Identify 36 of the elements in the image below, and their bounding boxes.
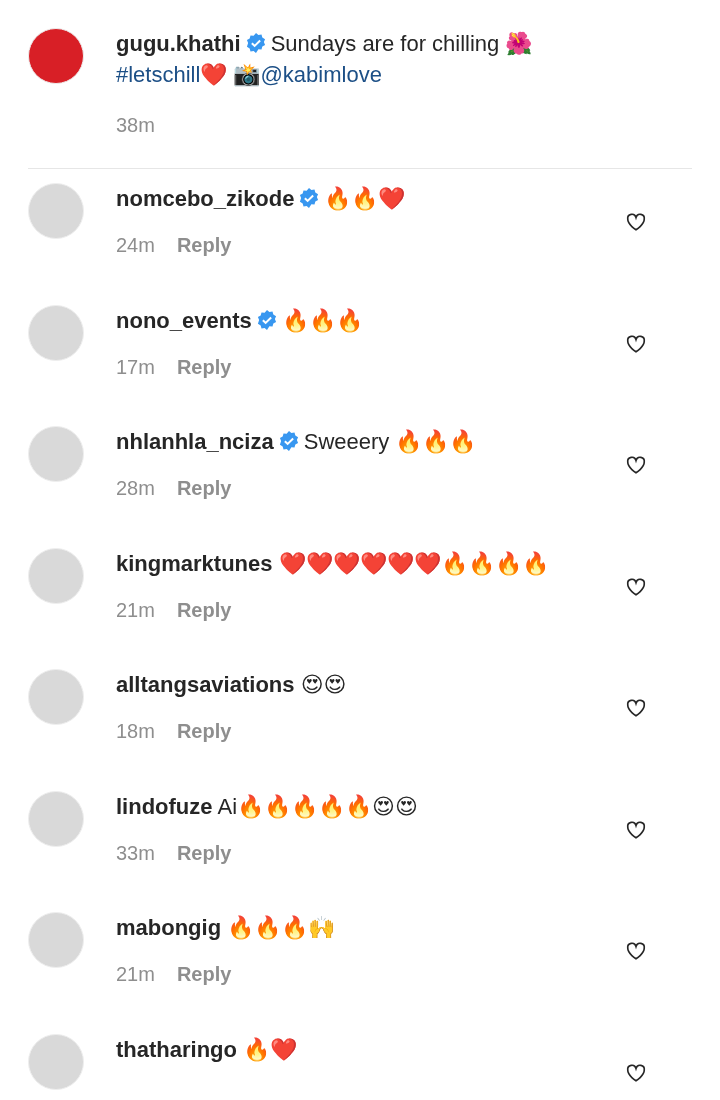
comment-username[interactable]: mabongig [116, 915, 222, 940]
heart-icon[interactable] [624, 332, 648, 355]
post-time: 38m [116, 114, 156, 137]
caption-text: gugu.khathi Sundays are for chilling 🌺 #letschill❤ 📸@kabimlove [116, 30, 534, 89]
comment-username[interactable]: nomcebo_zikode [116, 186, 295, 211]
heart-icon[interactable] [624, 940, 648, 962]
caption-link[interactable]: #letschill [116, 62, 201, 87]
comment-text: 🔥🔥🔥 [281, 307, 363, 333]
comment-time: 33m [116, 841, 155, 865]
comment-time: 24m [116, 234, 155, 257]
comment-username[interactable]: nono_events [116, 307, 252, 333]
comment-text: Ai🔥🔥🔥🔥🔥😍😍 [217, 793, 418, 819]
comment-time: 18m [116, 720, 155, 743]
comment-text: Sweeery 🔥🔥🔥 [303, 429, 477, 454]
comment-username[interactable]: nhlanhla_nciza [116, 429, 274, 454]
comment-text: 😍😍 [300, 672, 347, 697]
comment-text: 🔥❤ [243, 1036, 298, 1062]
avatar-photo-placeholder[interactable] [28, 28, 84, 84]
comment-username[interactable]: kingmarktunes [116, 550, 273, 576]
comment-time: 21m [116, 963, 155, 986]
caption-link[interactable]: @kabimlove [260, 62, 382, 87]
comment-text: 🔥🔥❤ [324, 186, 406, 211]
comment-text: ❤❤❤❤❤❤🔥🔥🔥🔥 [278, 550, 549, 576]
heart-icon[interactable] [624, 211, 648, 233]
heart-icon[interactable] [624, 575, 648, 598]
comment-username[interactable]: alltangsaviations [116, 672, 295, 697]
heart-icon[interactable] [624, 1061, 648, 1084]
comment-text: 🔥🔥🔥🙌 [227, 915, 336, 940]
comment-time: 21m [116, 598, 155, 622]
heart-icon[interactable] [624, 818, 648, 841]
comment-time: 28m [116, 477, 155, 500]
heart-icon[interactable] [624, 454, 648, 476]
comment-username[interactable]: thatharingo [116, 1036, 237, 1062]
comment-username[interactable]: lindofuze [116, 793, 213, 819]
heart-icon[interactable] [624, 697, 648, 719]
comment-time: 17m [116, 355, 155, 379]
